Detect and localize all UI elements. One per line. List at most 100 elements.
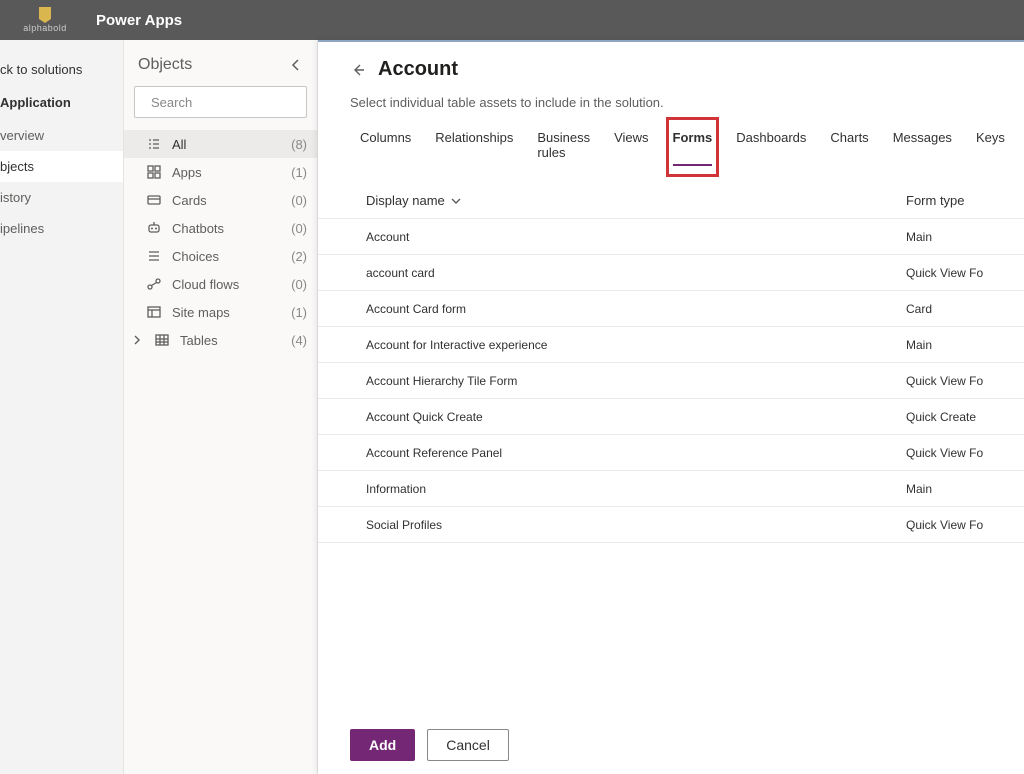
cell-form-type: Main bbox=[906, 482, 932, 496]
object-item-label: Site maps bbox=[172, 305, 281, 320]
column-display-name[interactable]: Display name bbox=[366, 193, 906, 208]
object-item-choices[interactable]: Choices (2) bbox=[124, 242, 317, 270]
object-item-site-maps[interactable]: Site maps (1) bbox=[124, 298, 317, 326]
card-icon bbox=[146, 192, 162, 208]
cell-form-type: Quick View Fo bbox=[906, 266, 983, 280]
object-item-tables[interactable]: Tables (4) bbox=[124, 326, 317, 354]
nav-section-application: Application bbox=[0, 85, 123, 120]
object-item-count: (1) bbox=[291, 165, 307, 180]
cell-form-type: Quick Create bbox=[906, 410, 976, 424]
cell-display-name: Account Hierarchy Tile Form bbox=[366, 374, 906, 388]
column-form-type-label: Form type bbox=[906, 193, 965, 208]
object-item-label: Choices bbox=[172, 249, 281, 264]
nav-item-ipelines[interactable]: ipelines bbox=[0, 213, 123, 244]
object-item-chatbots[interactable]: Chatbots (0) bbox=[124, 214, 317, 242]
nav-item-verview[interactable]: verview bbox=[0, 120, 123, 151]
table-row[interactable]: Account Reference PanelQuick View Fo bbox=[318, 435, 1024, 471]
app-title: Power Apps bbox=[96, 12, 182, 29]
tab-columns[interactable]: Columns bbox=[360, 124, 411, 170]
cell-display-name: Information bbox=[366, 482, 906, 496]
nav-item-bjects[interactable]: bjects bbox=[0, 151, 123, 182]
object-item-count: (0) bbox=[291, 277, 307, 292]
page-title: Account bbox=[378, 58, 458, 81]
sitemap-icon bbox=[146, 304, 162, 320]
tab-views[interactable]: Views bbox=[614, 124, 648, 170]
table-header-row: Display name Form type bbox=[318, 171, 1024, 219]
cell-form-type: Quick View Fo bbox=[906, 446, 983, 460]
cell-display-name: Account Quick Create bbox=[366, 410, 906, 424]
chevron-down-icon bbox=[451, 196, 461, 206]
objects-title: Objects bbox=[138, 56, 192, 74]
brand-logo-icon bbox=[36, 7, 54, 23]
column-form-type[interactable]: Form type bbox=[906, 193, 965, 208]
list-icon bbox=[146, 136, 162, 152]
cell-display-name: account card bbox=[366, 266, 906, 280]
object-item-label: Tables bbox=[180, 333, 281, 348]
nav-item-istory[interactable]: istory bbox=[0, 182, 123, 213]
tab-messages[interactable]: Messages bbox=[893, 124, 952, 170]
cell-form-type: Quick View Fo bbox=[906, 518, 983, 532]
cell-display-name: Social Profiles bbox=[366, 518, 906, 532]
table-row[interactable]: Social ProfilesQuick View Fo bbox=[318, 507, 1024, 543]
bot-icon bbox=[146, 220, 162, 236]
choices-icon bbox=[146, 248, 162, 264]
objects-panel: Objects All (8)Apps (1)Cards (0)Chatbots… bbox=[124, 40, 318, 774]
tab-business-rules[interactable]: Business rules bbox=[537, 124, 590, 170]
cell-display-name: Account bbox=[366, 230, 906, 244]
left-nav: ck to solutions Application verviewbject… bbox=[0, 40, 124, 774]
tab-dashboards[interactable]: Dashboards bbox=[736, 124, 806, 170]
cell-display-name: Account Card form bbox=[366, 302, 906, 316]
object-item-count: (0) bbox=[291, 193, 307, 208]
cell-form-type: Quick View Fo bbox=[906, 374, 983, 388]
object-item-count: (2) bbox=[291, 249, 307, 264]
cancel-button[interactable]: Cancel bbox=[427, 729, 509, 761]
cell-form-type: Main bbox=[906, 338, 932, 352]
brand-text: alphabold bbox=[23, 23, 67, 33]
tab-forms[interactable]: Forms bbox=[673, 124, 713, 170]
back-to-solutions-link[interactable]: ck to solutions bbox=[0, 54, 123, 85]
cell-form-type: Main bbox=[906, 230, 932, 244]
object-item-label: Cards bbox=[172, 193, 281, 208]
back-arrow-icon[interactable] bbox=[350, 62, 366, 78]
top-bar: alphabold Power Apps bbox=[0, 0, 1024, 40]
object-item-cloud-flows[interactable]: Cloud flows (0) bbox=[124, 270, 317, 298]
search-field[interactable] bbox=[151, 95, 327, 110]
cell-display-name: Account Reference Panel bbox=[366, 446, 906, 460]
grid-icon bbox=[146, 164, 162, 180]
object-item-count: (0) bbox=[291, 221, 307, 236]
object-item-count: (4) bbox=[291, 333, 307, 348]
table-row[interactable]: Account Card formCard bbox=[318, 291, 1024, 327]
table-row[interactable]: account cardQuick View Fo bbox=[318, 255, 1024, 291]
cell-form-type: Card bbox=[906, 302, 932, 316]
table-row[interactable]: Account for Interactive experienceMain bbox=[318, 327, 1024, 363]
brand-logo: alphabold bbox=[0, 0, 90, 40]
tab-keys[interactable]: Keys bbox=[976, 124, 1005, 170]
object-item-all[interactable]: All (8) bbox=[124, 130, 317, 158]
footer: Add Cancel bbox=[318, 714, 1024, 774]
object-item-label: Chatbots bbox=[172, 221, 281, 236]
page-subtitle: Select individual table assets to includ… bbox=[318, 87, 1024, 124]
object-item-apps[interactable]: Apps (1) bbox=[124, 158, 317, 186]
object-item-label: Cloud flows bbox=[172, 277, 281, 292]
tab-relationships[interactable]: Relationships bbox=[435, 124, 513, 170]
column-display-name-label: Display name bbox=[366, 193, 445, 208]
object-item-count: (1) bbox=[291, 305, 307, 320]
object-item-label: Apps bbox=[172, 165, 281, 180]
chevron-right-icon bbox=[130, 335, 144, 345]
add-button[interactable]: Add bbox=[350, 729, 415, 761]
object-item-cards[interactable]: Cards (0) bbox=[124, 186, 317, 214]
table-icon bbox=[154, 332, 170, 348]
object-item-label: All bbox=[172, 137, 281, 152]
flow-icon bbox=[146, 276, 162, 292]
main-panel: Account Select individual table assets t… bbox=[318, 40, 1024, 774]
table-row[interactable]: Account Hierarchy Tile FormQuick View Fo bbox=[318, 363, 1024, 399]
cell-display-name: Account for Interactive experience bbox=[366, 338, 906, 352]
collapse-icon[interactable] bbox=[289, 58, 303, 72]
table-row[interactable]: InformationMain bbox=[318, 471, 1024, 507]
table-row[interactable]: Account Quick CreateQuick Create bbox=[318, 399, 1024, 435]
search-input[interactable] bbox=[134, 86, 307, 118]
object-item-count: (8) bbox=[291, 137, 307, 152]
table-row[interactable]: AccountMain bbox=[318, 219, 1024, 255]
tab-charts[interactable]: Charts bbox=[830, 124, 868, 170]
tabs: Columns Relationships Business rules Views F… bbox=[318, 124, 1024, 171]
